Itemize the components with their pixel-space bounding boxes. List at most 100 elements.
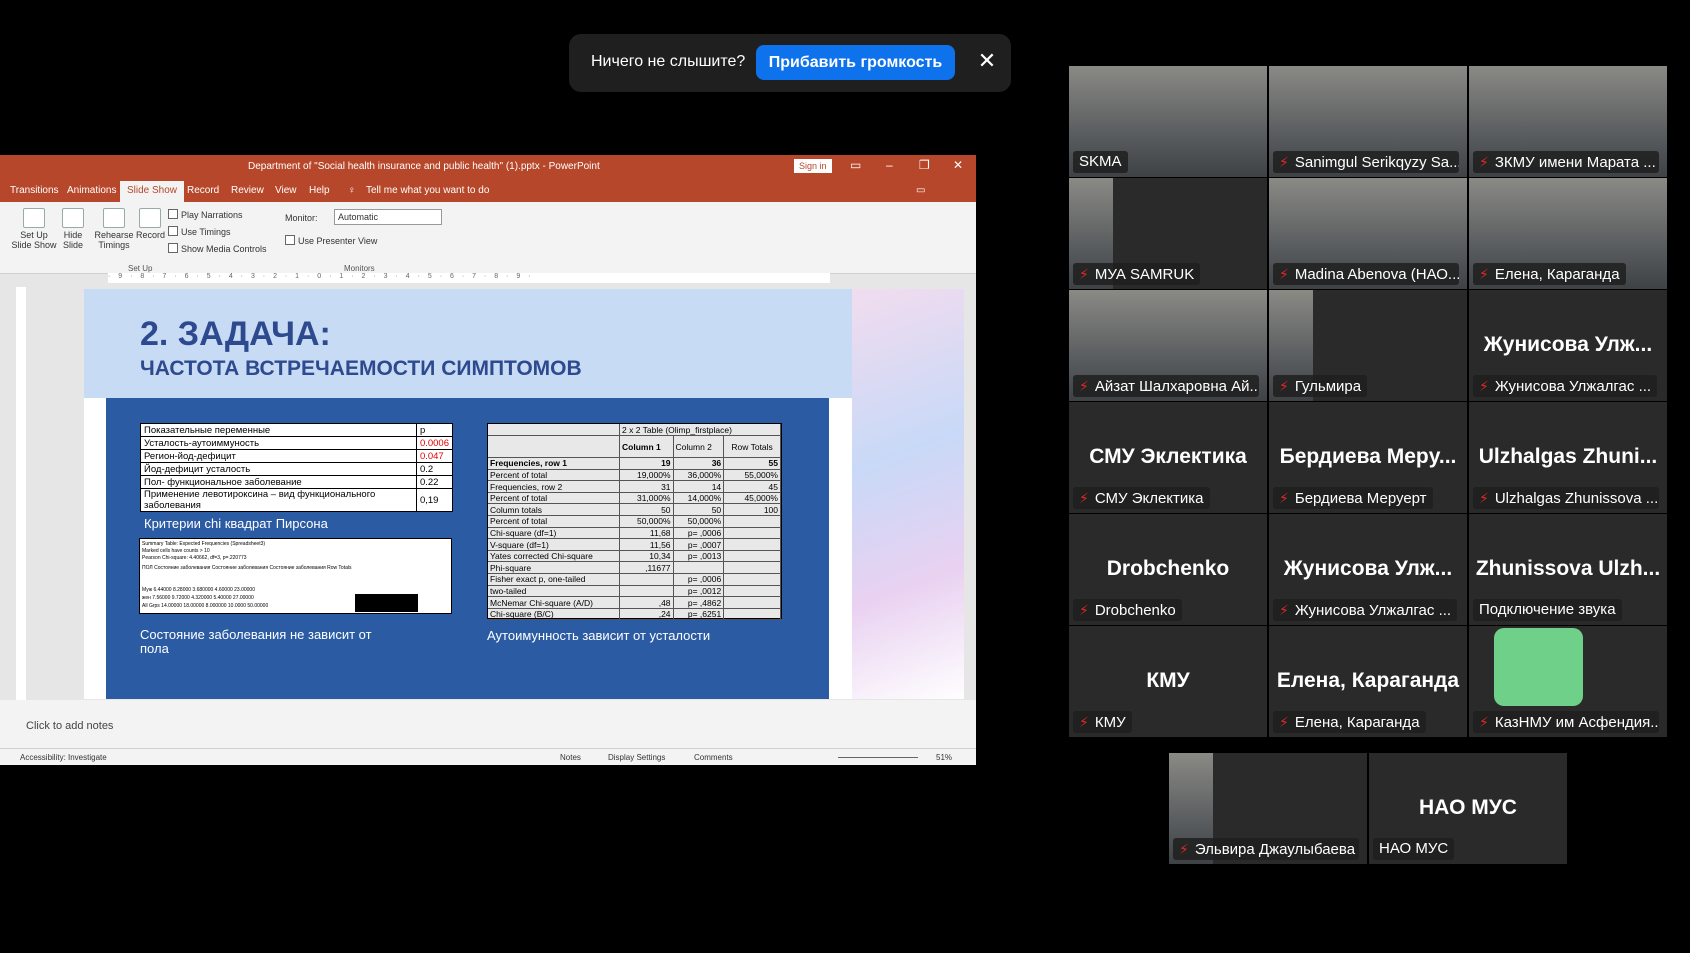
muted-mic-icon: ⚡ (1079, 490, 1089, 506)
slide-canvas[interactable]: 2. ЗАДАЧА: ЧАСТОТА ВСТРЕЧАЕМОСТИ СИМПТОМ… (84, 289, 964, 699)
comments-icon[interactable]: ▭ (916, 185, 925, 196)
tab-animations[interactable]: Animations (67, 185, 116, 196)
participant-display-name: Жунисова Улж... (1483, 333, 1653, 356)
participant-display-name: Drobchenko (1106, 557, 1230, 580)
gender-caption: Состояние заболевания не зависит от пола (140, 627, 372, 656)
participant-tile[interactable]: SKMA (1069, 66, 1267, 177)
participant-tile[interactable]: ⚡ Madina Abenova (НАО... (1269, 178, 1467, 289)
muted-mic-icon: ⚡ (1479, 266, 1489, 282)
participant-name: Елена, Караганда (1494, 266, 1620, 283)
participant-name: Подключение звука (1479, 601, 1616, 618)
muted-mic-icon: ⚡ (1479, 714, 1489, 730)
display-settings-button[interactable]: Display Settings (608, 753, 665, 762)
participant-name-label: ⚡ КМУ (1073, 711, 1132, 733)
monitor-select[interactable]: Automatic (334, 209, 442, 225)
ribbon-display-icon[interactable]: ▭ (850, 158, 861, 172)
expected-frequencies-table: Summary Table: Expected Frequencies (Spr… (139, 538, 452, 614)
tab-record[interactable]: Record (187, 185, 219, 196)
participant-tile[interactable]: Ulzhalgas Zhuni... ⚡ Ulzhalgas Zhunissova … (1469, 402, 1667, 513)
show-media-controls-checkbox[interactable]: Show Media Controls (168, 243, 267, 254)
muted-mic-icon: ⚡ (1279, 154, 1289, 170)
tab-slide-show[interactable]: Slide Show (120, 181, 185, 202)
participant-name: Sanimgul Serikqyzy Sa... (1294, 154, 1459, 171)
participant-name: SKMA (1079, 153, 1122, 170)
slide-body: Показательные переменные p Усталость-ауто… (106, 398, 829, 699)
tab-help[interactable]: Help (309, 185, 330, 196)
hide-slide-button[interactable]: Hide Slide (60, 208, 86, 250)
participant-name-label: НАО МУС (1373, 838, 1455, 860)
accessibility-status[interactable]: Accessibility: Investigate (20, 753, 107, 762)
participant-name: Жунисова Улжалгас ... (1294, 602, 1452, 619)
muted-mic-icon: ⚡ (1079, 602, 1089, 618)
participant-tile[interactable]: КМУ ⚡ КМУ (1069, 626, 1267, 737)
increase-volume-button[interactable]: Прибавить громкость (756, 45, 955, 80)
tab-view[interactable]: View (275, 185, 297, 196)
minimize-icon[interactable]: – (886, 158, 893, 172)
participant-tile[interactable]: ⚡ Эльвира Джаулыбаева (1169, 753, 1367, 864)
muted-mic-icon: ⚡ (1079, 266, 1089, 282)
participant-name-label: ⚡ Эльвира Джаулыбаева (1173, 838, 1359, 860)
participant-tile[interactable]: ⚡ Елена, Караганда (1469, 178, 1667, 289)
use-timings-checkbox[interactable]: Use Timings (168, 226, 231, 237)
slide-subtitle: ЧАСТОТА ВСТРЕЧАЕМОСТИ СИМПТОМОВ (140, 357, 582, 380)
record-button[interactable]: Record (136, 208, 165, 240)
ribbon: Set Up Slide Show Hide Slide Rehearse Ti… (0, 202, 976, 274)
muted-mic-icon: ⚡ (1279, 602, 1289, 618)
comments-button[interactable]: Comments (694, 753, 733, 762)
participant-tile[interactable]: Бердиева Мерy... ⚡ Бердиева Меруерт (1269, 402, 1467, 513)
participant-tile[interactable]: НАО МУС НАО МУС (1369, 753, 1567, 864)
participant-tile[interactable]: Жунисова Улж... ⚡ Жунисова Улжалгас ... (1469, 290, 1667, 401)
participant-name-label: ⚡ Елена, Караганда (1273, 711, 1426, 733)
sign-in-button[interactable]: Sign in (794, 159, 832, 173)
use-presenter-view-checkbox[interactable]: Use Presenter View (285, 235, 377, 246)
participant-tile[interactable]: Елена, Караганда ⚡ Елена, Караганда (1269, 626, 1467, 737)
participant-tile[interactable]: СМУ Эклектика ⚡ СМУ Эклектика (1069, 402, 1267, 513)
participant-tile[interactable]: Жунисова Улж... ⚡ Жунисова Улжалгас ... (1269, 514, 1467, 625)
participant-tile[interactable]: ⚡ Sanimgul Serikqyzy Sa... (1269, 66, 1467, 177)
close-window-icon[interactable]: ✕ (953, 158, 963, 172)
participant-tile[interactable]: ⚡ ЗКМУ имени Марата ... (1469, 66, 1667, 177)
participant-display-name: Елена, Караганда (1276, 669, 1460, 692)
participant-name: Гульмира (1294, 378, 1362, 395)
participant-display-name: Zhunissova Ulzh... (1475, 557, 1661, 580)
participant-name-label: ⚡ Sanimgul Serikqyzy Sa... (1273, 151, 1459, 173)
participant-tile[interactable]: ⚡ МУА SAMRUK (1069, 178, 1267, 289)
participant-name: КМУ (1094, 714, 1126, 731)
muted-mic-icon: ⚡ (1279, 266, 1289, 282)
notes-pane[interactable]: Click to add notes (0, 700, 976, 748)
notice-text: Ничего не слышите? (591, 53, 746, 70)
restore-icon[interactable]: ❐ (919, 158, 930, 172)
muted-mic-icon: ⚡ (1279, 378, 1289, 394)
participant-display-name: Ulzhalgas Zhuni... (1478, 445, 1658, 468)
participant-name-label: ⚡ Жунисова Улжалгас ... (1273, 599, 1458, 621)
close-icon[interactable]: ✕ (973, 47, 1001, 75)
tab-review[interactable]: Review (231, 185, 264, 196)
ribbon-tabs: Transitions Animations Slide Show Record… (0, 178, 976, 202)
muted-mic-icon: ⚡ (1079, 378, 1089, 394)
participant-name-label: ⚡ КазНМУ им Асфендия... (1473, 711, 1659, 733)
muted-mic-icon: ⚡ (1279, 490, 1289, 506)
participant-tile[interactable]: ⚡ Айзат Шалхаровна Ай... (1069, 290, 1267, 401)
muted-mic-icon: ⚡ (1479, 378, 1489, 394)
decorative-gradient (852, 289, 964, 699)
zoom-level[interactable]: 51% (936, 753, 952, 762)
participant-display-name: Жунисова Улж... (1283, 557, 1453, 580)
zoom-slider[interactable] (838, 757, 918, 758)
tell-me-search[interactable]: Tell me what you want to do (366, 185, 489, 196)
participant-name-label: ⚡ Madina Abenova (НАО... (1273, 263, 1459, 285)
notes-placeholder: Click to add notes (26, 720, 114, 732)
muted-mic-icon: ⚡ (1479, 490, 1489, 506)
play-narrations-checkbox[interactable]: Play Narrations (168, 209, 243, 220)
rehearse-timings-button[interactable]: Rehearse Timings (94, 208, 134, 250)
participant-tile[interactable]: Zhunissova Ulzh... Подключение звука (1469, 514, 1667, 625)
participant-tile[interactable]: ⚡ КазНМУ им Асфендия... (1469, 626, 1667, 737)
muted-mic-icon: ⚡ (1279, 714, 1289, 730)
participant-name: Drobchenko (1094, 602, 1176, 619)
notes-button[interactable]: Notes (560, 753, 581, 762)
participant-name-label: ⚡ Жунисова Улжалгас ... (1473, 375, 1658, 397)
participant-tile[interactable]: Drobchenko ⚡ Drobchenko (1069, 514, 1267, 625)
participant-tile[interactable]: ⚡ Гульмира (1269, 290, 1467, 401)
set-up-slide-show-button[interactable]: Set Up Slide Show (10, 208, 58, 250)
tab-transitions[interactable]: Transitions (10, 185, 59, 196)
participant-name-label: ⚡ Ulzhalgas Zhunissova ... (1473, 487, 1659, 509)
